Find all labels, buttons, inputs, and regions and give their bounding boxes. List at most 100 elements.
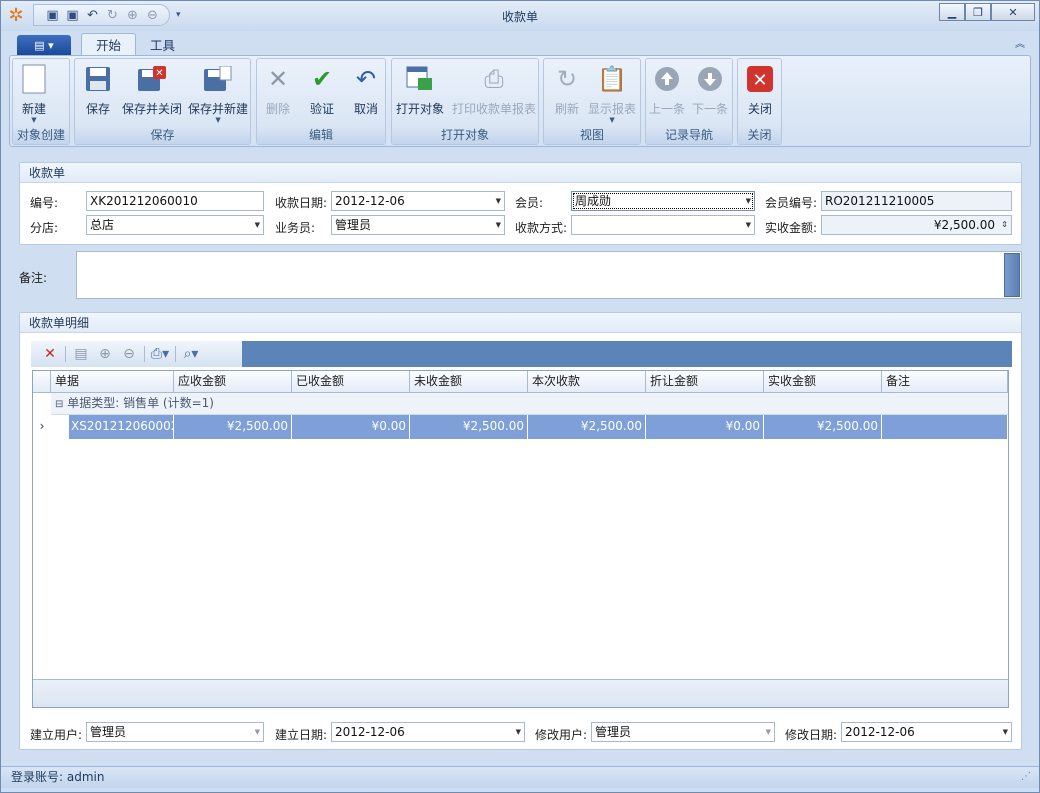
move-up-icon[interactable]: ⊕	[96, 345, 114, 363]
store-field[interactable]: 总店 ▼	[86, 215, 264, 235]
floppy-close-icon: ✕	[137, 63, 167, 95]
member-no-field[interactable]: RO201211210005	[821, 191, 1012, 211]
chevron-down-icon[interactable]: ▼	[255, 723, 260, 741]
save-and-new-button[interactable]: 保存并新建 ▼	[188, 63, 248, 127]
save-button[interactable]: 保存	[83, 63, 113, 127]
table-cell[interactable]: ¥2,500.00	[410, 415, 528, 439]
table-cell[interactable]: ¥0.00	[646, 415, 764, 439]
chevron-down-icon[interactable]: ▼	[496, 192, 501, 210]
app-menu-button[interactable]: ▤ ▾	[17, 35, 71, 55]
payment-method-field[interactable]: ▼	[571, 215, 755, 235]
search-icon[interactable]: ⌕▾	[182, 345, 200, 363]
date-value: 2012-12-06	[335, 194, 405, 208]
row-indicator-header	[33, 371, 51, 393]
close-window-button[interactable]: ✕	[991, 3, 1035, 21]
group-row[interactable]: ⊟ 单据类型: 销售单 (计数=1)	[51, 393, 1008, 415]
table-cell[interactable]	[882, 415, 1008, 439]
store-value: 总店	[90, 218, 115, 232]
create-user-field[interactable]: 管理员 ▼	[86, 722, 264, 742]
salesman-field[interactable]: 管理员 ▼	[331, 215, 505, 235]
ribbon: 新建 ▼ 对象创建 保存 ✕ 保存并关闭 保存并新建 ▼ 保存 ✕ 删除 ✔ 验…	[9, 55, 1031, 147]
group-navigation: 上一条 下一条 记录导航	[645, 58, 733, 145]
chevron-down-icon[interactable]: ▼	[516, 723, 521, 741]
remark-scrollbar[interactable]	[1004, 253, 1020, 297]
close-red-icon: ✕	[745, 63, 775, 95]
delete-row-icon[interactable]: ✕	[41, 345, 59, 363]
tab-start[interactable]: 开始	[81, 33, 137, 55]
modify-date-field[interactable]: 2012-12-06 ▼	[841, 722, 1012, 742]
header-panel-title: 收款单	[20, 163, 1021, 183]
create-date-field[interactable]: 2012-12-06 ▼	[331, 722, 525, 742]
validate-button[interactable]: ✔ 验证	[307, 63, 337, 127]
arrow-up-icon	[652, 63, 682, 95]
new-document-icon	[19, 63, 49, 95]
printer-icon: ⎙	[484, 65, 504, 93]
close-button[interactable]: ✕ 关闭	[745, 63, 775, 127]
chevron-down-icon: ▼	[215, 116, 221, 124]
table-cell[interactable]: ¥2,500.00	[174, 415, 292, 439]
cancel-button[interactable]: ↶ 取消	[351, 63, 381, 127]
salesman-value: 管理员	[335, 218, 372, 232]
detail-panel-title: 收款单明细	[20, 313, 1021, 333]
column-header[interactable]: 本次收款	[528, 371, 646, 393]
chevron-down-icon[interactable]: ▼	[496, 216, 501, 234]
actual-amount-field[interactable]: ¥2,500.00 ⇕	[821, 215, 1012, 235]
floppy-icon	[83, 63, 113, 95]
column-header[interactable]: 备注	[882, 371, 1008, 393]
column-header[interactable]: 折让金额	[646, 371, 764, 393]
svg-text:✕: ✕	[752, 70, 767, 91]
remark-textarea[interactable]	[76, 251, 1022, 299]
column-header[interactable]: 实收金额	[764, 371, 882, 393]
collapse-ribbon-icon[interactable]: ︽	[1015, 35, 1025, 50]
column-header[interactable]: 单据	[51, 371, 174, 393]
table-cell[interactable]: ¥2,500.00	[528, 415, 646, 439]
number-field[interactable]: XK201212060010	[86, 191, 264, 211]
column-header[interactable]: 未收金额	[410, 371, 528, 393]
open-object-icon	[405, 63, 435, 95]
collapse-group-icon[interactable]: ⊟	[55, 399, 63, 410]
print-report-label: 打印收款单报表	[452, 102, 537, 116]
group-view: ↻ 刷新 📋 显示报表 ▼ 视图	[543, 58, 641, 145]
chevron-down-icon[interactable]: ▼	[746, 192, 751, 210]
member-label: 会员:	[515, 196, 544, 210]
close-label: 关闭	[747, 102, 772, 116]
print-report-button[interactable]: ⎙ 打印收款单报表	[452, 63, 536, 127]
next-record-button[interactable]: 下一条	[692, 63, 728, 127]
chevron-down-icon[interactable]: ▼	[746, 216, 751, 234]
column-header[interactable]: 已收金额	[292, 371, 410, 393]
table-cell[interactable]: ¥0.00	[292, 415, 410, 439]
new-button[interactable]: 新建 ▼	[19, 63, 49, 127]
maximize-button[interactable]: ❐	[965, 3, 991, 21]
checkmark-icon: ✔	[311, 65, 333, 93]
table-cell[interactable]: XS201212060002	[69, 415, 178, 439]
refresh-button[interactable]: ↻ 刷新	[552, 63, 582, 127]
edit-icon[interactable]: ▤	[72, 345, 90, 363]
window-controls: ▁ ❐ ✕	[939, 3, 1035, 21]
actual-amount-value: ¥2,500.00	[933, 218, 995, 232]
column-header[interactable]: 应收金额	[174, 371, 292, 393]
group-open: 打开对象 ⎙ 打印收款单报表 打开对象	[391, 58, 539, 145]
minimize-button[interactable]: ▁	[939, 3, 965, 21]
spin-icon[interactable]: ⇕	[1001, 216, 1008, 234]
show-report-label: 显示报表	[588, 102, 637, 116]
date-field[interactable]: 2012-12-06 ▼	[331, 191, 505, 211]
modify-user-field[interactable]: 管理员 ▼	[591, 722, 775, 742]
delete-button[interactable]: ✕ 删除	[263, 63, 293, 127]
cancel-label: 取消	[353, 102, 378, 116]
save-and-close-button[interactable]: ✕ 保存并关闭	[122, 63, 182, 127]
chevron-down-icon[interactable]: ▼	[1003, 723, 1008, 741]
export-icon[interactable]: ⎙▾	[151, 345, 169, 363]
chevron-down-icon[interactable]: ▼	[766, 723, 771, 741]
show-report-button[interactable]: 📋 显示报表 ▼	[588, 63, 636, 127]
resize-grip-icon[interactable]: ⋰	[1021, 767, 1031, 787]
chevron-down-icon[interactable]: ▼	[255, 216, 260, 234]
open-object-label: 打开对象	[396, 102, 445, 116]
open-object-button[interactable]: 打开对象	[396, 63, 444, 127]
actual-amount-label: 实收金额:	[765, 221, 818, 235]
table-cell[interactable]: ¥2,500.00	[764, 415, 882, 439]
previous-record-button[interactable]: 上一条	[649, 63, 685, 127]
member-field[interactable]: 周成勋 ▼	[571, 191, 755, 211]
group-label: 记录导航	[646, 127, 732, 144]
move-down-icon[interactable]: ⊖	[120, 345, 138, 363]
tab-tools[interactable]: 工具	[136, 33, 189, 55]
